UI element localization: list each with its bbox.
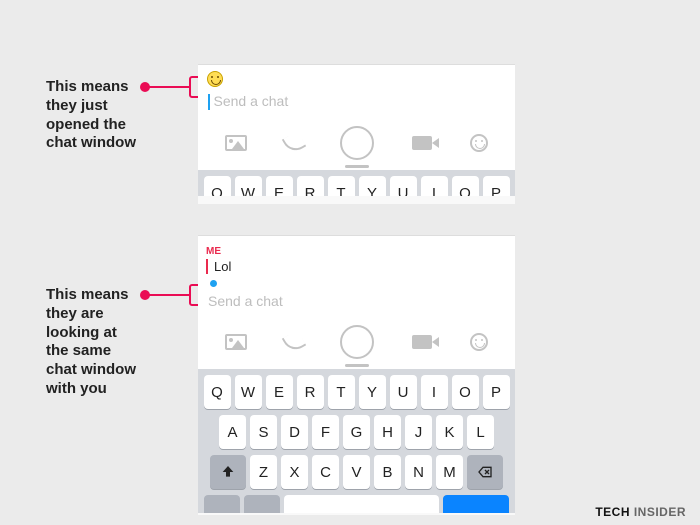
chat-window-viewing-state: ME Lol Send a chat QWERTYUIOP ASDFGHJKL … [198,235,515,515]
letter-key[interactable]: F [312,415,339,449]
letter-key[interactable]: T [328,375,355,409]
voice-call-icon[interactable] [281,330,306,355]
letter-key[interactable]: D [281,415,308,449]
letter-key[interactable]: Z [250,455,277,489]
video-call-icon[interactable] [412,136,432,150]
grab-bar[interactable] [345,364,369,367]
letter-key[interactable]: O [452,176,479,196]
letter-key[interactable]: Y [359,176,386,196]
letter-key[interactable]: J [405,415,432,449]
globe-key[interactable] [244,495,280,513]
annotation-opened-chat: This means they just opened the chat win… [46,78,136,153]
letter-key[interactable]: B [374,455,401,489]
pointer-to-blue-dot [145,294,189,296]
keyboard-bottom-row [201,495,512,513]
sent-message: Lol [206,259,507,274]
sender-label: ME [198,242,515,257]
letter-key[interactable]: E [266,375,293,409]
presence-dot-icon [210,280,217,287]
send-key[interactable] [443,495,509,513]
backspace-key[interactable] [467,455,503,489]
letter-key[interactable]: G [343,415,370,449]
video-call-icon[interactable] [412,335,432,349]
letter-key[interactable]: I [421,176,448,196]
keyboard-row: ASDFGHJKL [201,415,512,449]
shift-key[interactable] [210,455,246,489]
sticker-icon[interactable] [470,134,488,152]
letter-key[interactable]: T [328,176,355,196]
grab-bar[interactable] [345,165,369,168]
letter-key[interactable]: W [235,176,262,196]
letter-key[interactable]: P [483,176,510,196]
chat-input[interactable]: Send a chat [198,87,515,120]
chat-toolbar [198,319,515,369]
keyboard-row-partial: QWERTYUIOP [201,176,512,196]
annotation-looking-at-chat: This means they are looking at the same … [46,286,136,399]
chat-toolbar [198,120,515,170]
letter-key[interactable]: Q [204,176,231,196]
smiley-icon [207,71,223,87]
letter-key[interactable]: R [297,375,324,409]
gallery-icon[interactable] [225,334,247,350]
letter-key[interactable]: N [405,455,432,489]
chat-window-opened-state: Send a chat QWERTYUIOP [198,64,515,204]
gallery-icon[interactable] [225,135,247,151]
letter-key[interactable]: O [452,375,479,409]
keyboard[interactable]: QWERTYUIOP ASDFGHJKL ZXCVBNM [198,369,515,513]
chat-placeholder: Send a chat [214,93,289,109]
camera-shutter-icon[interactable] [340,126,374,160]
chat-placeholder: Send a chat [208,293,283,309]
numbers-key[interactable] [204,495,240,513]
keyboard-row: ZXCVBNM [201,455,512,489]
camera-shutter-icon[interactable] [340,325,374,359]
pointer-to-smiley [145,86,189,88]
letter-key[interactable]: I [421,375,448,409]
letter-key[interactable]: U [390,375,417,409]
space-key[interactable] [284,495,439,513]
letter-key[interactable]: U [390,176,417,196]
letter-key[interactable]: C [312,455,339,489]
letter-key[interactable]: E [266,176,293,196]
voice-call-icon[interactable] [281,131,306,156]
keyboard[interactable]: QWERTYUIOP [198,170,515,196]
chat-input[interactable]: Send a chat [198,287,515,319]
sticker-icon[interactable] [470,333,488,351]
watermark: TECH INSIDER [595,505,686,519]
letter-key[interactable]: W [235,375,262,409]
letter-key[interactable]: K [436,415,463,449]
keyboard-row: QWERTYUIOP [201,375,512,409]
letter-key[interactable]: A [219,415,246,449]
letter-key[interactable]: X [281,455,308,489]
letter-key[interactable]: M [436,455,463,489]
letter-key[interactable]: R [297,176,324,196]
letter-key[interactable]: H [374,415,401,449]
letter-key[interactable]: L [467,415,494,449]
letter-key[interactable]: V [343,455,370,489]
letter-key[interactable]: P [483,375,510,409]
letter-key[interactable]: Y [359,375,386,409]
letter-key[interactable]: S [250,415,277,449]
letter-key[interactable]: Q [204,375,231,409]
